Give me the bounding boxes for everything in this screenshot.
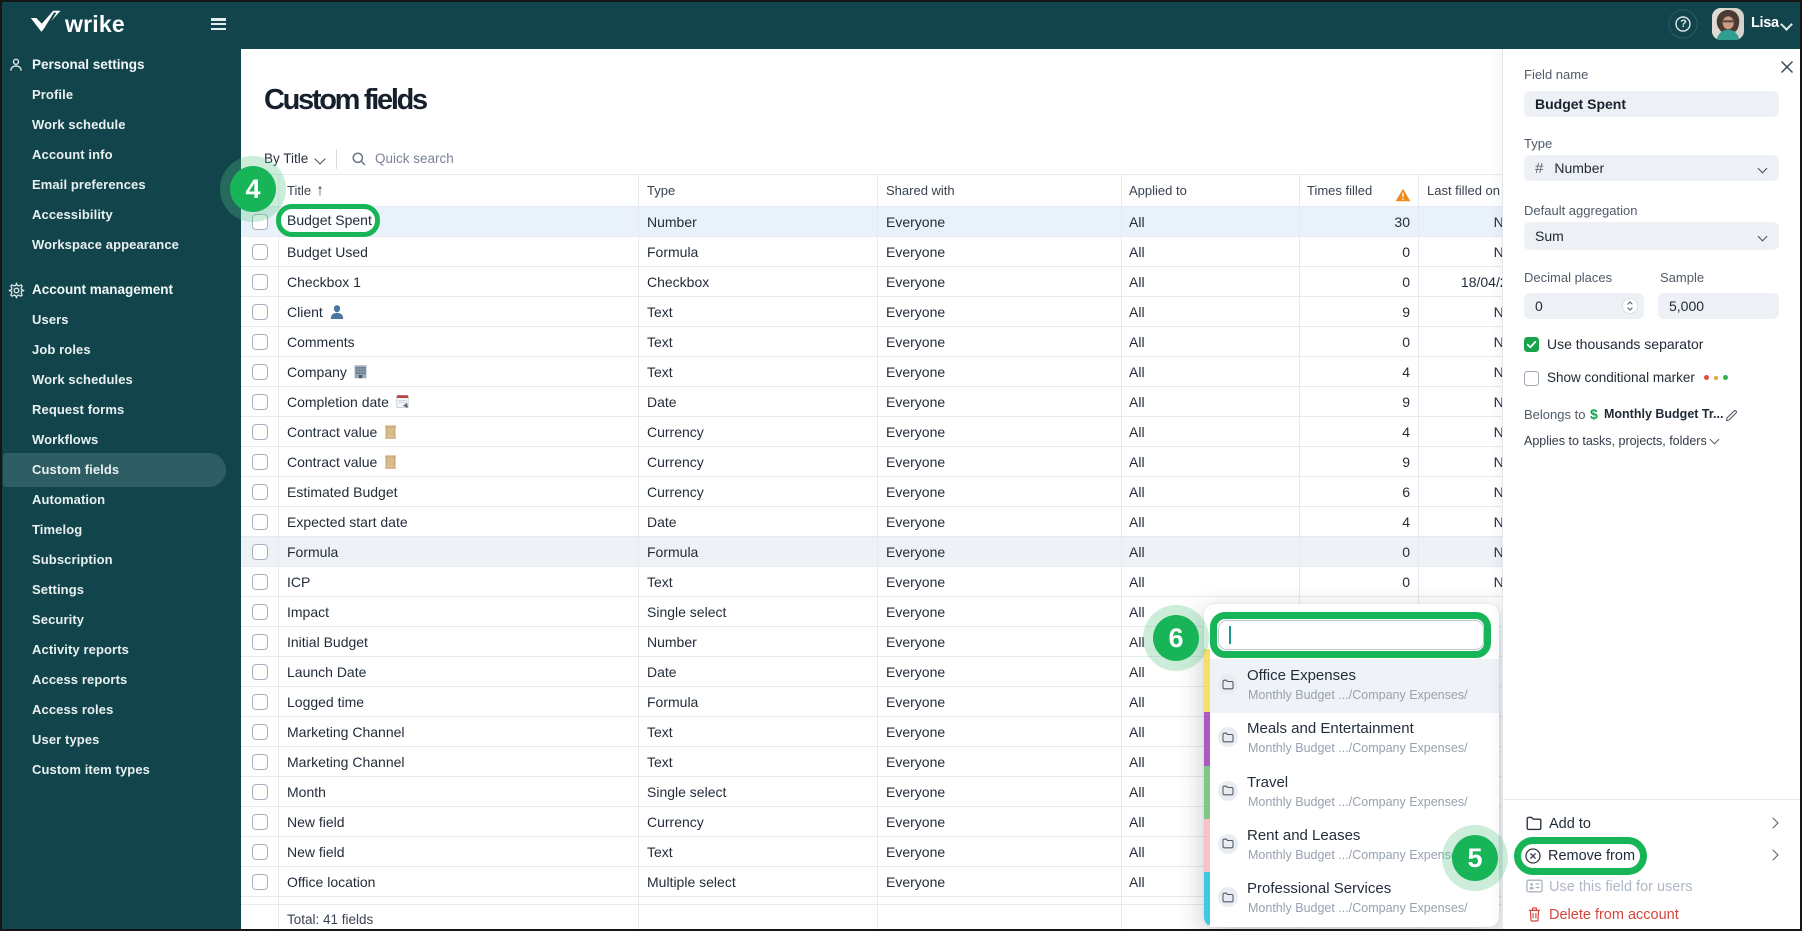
svg-text:wrike: wrike [64,11,125,37]
